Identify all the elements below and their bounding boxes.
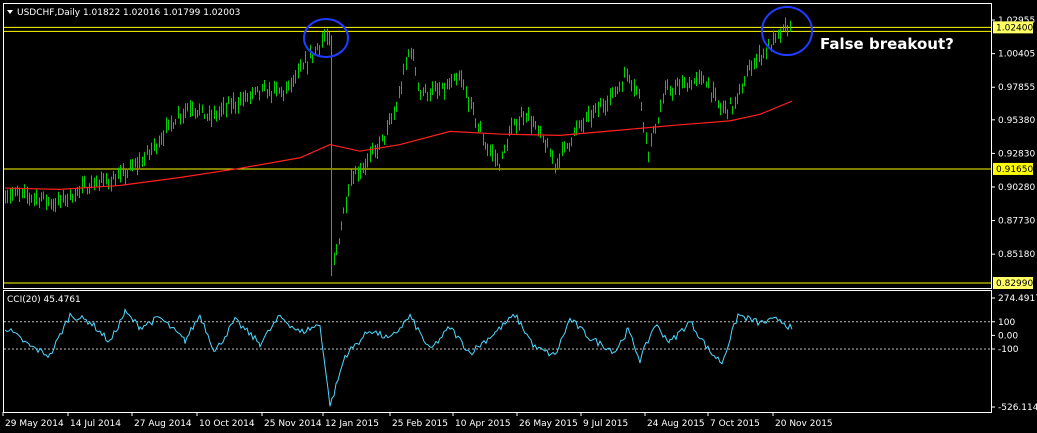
cci-tick-label: 274.4917 xyxy=(998,294,1037,304)
symbol-header: USDCHF,Daily 1.01822 1.02016 1.01799 1.0… xyxy=(17,8,240,18)
cci-tick-label: -526.1143 xyxy=(998,403,1037,413)
cci-header: CCI(20) 45.4761 xyxy=(7,295,81,305)
time-tick-label: 25 Nov 2014 xyxy=(264,419,322,429)
price-tick-label: 1.00405 xyxy=(998,50,1035,60)
time-tick-label: 24 Aug 2015 xyxy=(647,419,705,429)
moving-average-line xyxy=(4,100,793,190)
time-tick-label: 29 May 2014 xyxy=(5,419,64,429)
cci-tick-label: -100 xyxy=(998,345,1019,355)
cci-tick-label: 100 xyxy=(998,318,1015,328)
price-tick-label: 0.90280 xyxy=(998,183,1035,193)
time-tick-label: 10 Oct 2014 xyxy=(199,419,255,429)
price-level-label: 1.02400 xyxy=(996,23,1033,33)
price-tick-label: 0.87730 xyxy=(998,217,1035,227)
time-tick-label: 12 Jan 2015 xyxy=(325,419,379,429)
time-tick-label: 27 Aug 2014 xyxy=(134,419,192,429)
time-tick-label: 9 Jul 2015 xyxy=(583,419,628,429)
false-breakout-label: False breakout? xyxy=(820,35,954,53)
cci-panel-frame xyxy=(3,290,992,413)
time-tick-label: 26 May 2015 xyxy=(519,419,578,429)
time-tick-label: 14 Jul 2014 xyxy=(70,419,121,429)
trading-chart[interactable]: USDCHF,Daily 1.01822 1.02016 1.01799 1.0… xyxy=(0,0,1037,433)
price-tick-label: 0.92830 xyxy=(998,149,1035,159)
price-tick-label: 0.95380 xyxy=(998,116,1035,126)
time-tick-label: 7 Oct 2015 xyxy=(710,419,760,429)
time-tick-label: 25 Feb 2015 xyxy=(392,419,448,429)
time-tick-label: 10 Apr 2015 xyxy=(455,419,511,429)
breakout-circle-left xyxy=(303,18,349,58)
price-tick-label: 0.85180 xyxy=(998,250,1035,260)
triangle-down-icon[interactable] xyxy=(7,10,13,14)
cci-tick-label: 0.00 xyxy=(998,331,1018,341)
price-level-label: 0.82990 xyxy=(996,279,1033,289)
time-tick-label: 20 Nov 2015 xyxy=(775,419,833,429)
price-tick-label: 0.97855 xyxy=(998,83,1035,93)
price-level-label: 0.91650 xyxy=(996,165,1033,175)
cci-line xyxy=(4,307,793,407)
